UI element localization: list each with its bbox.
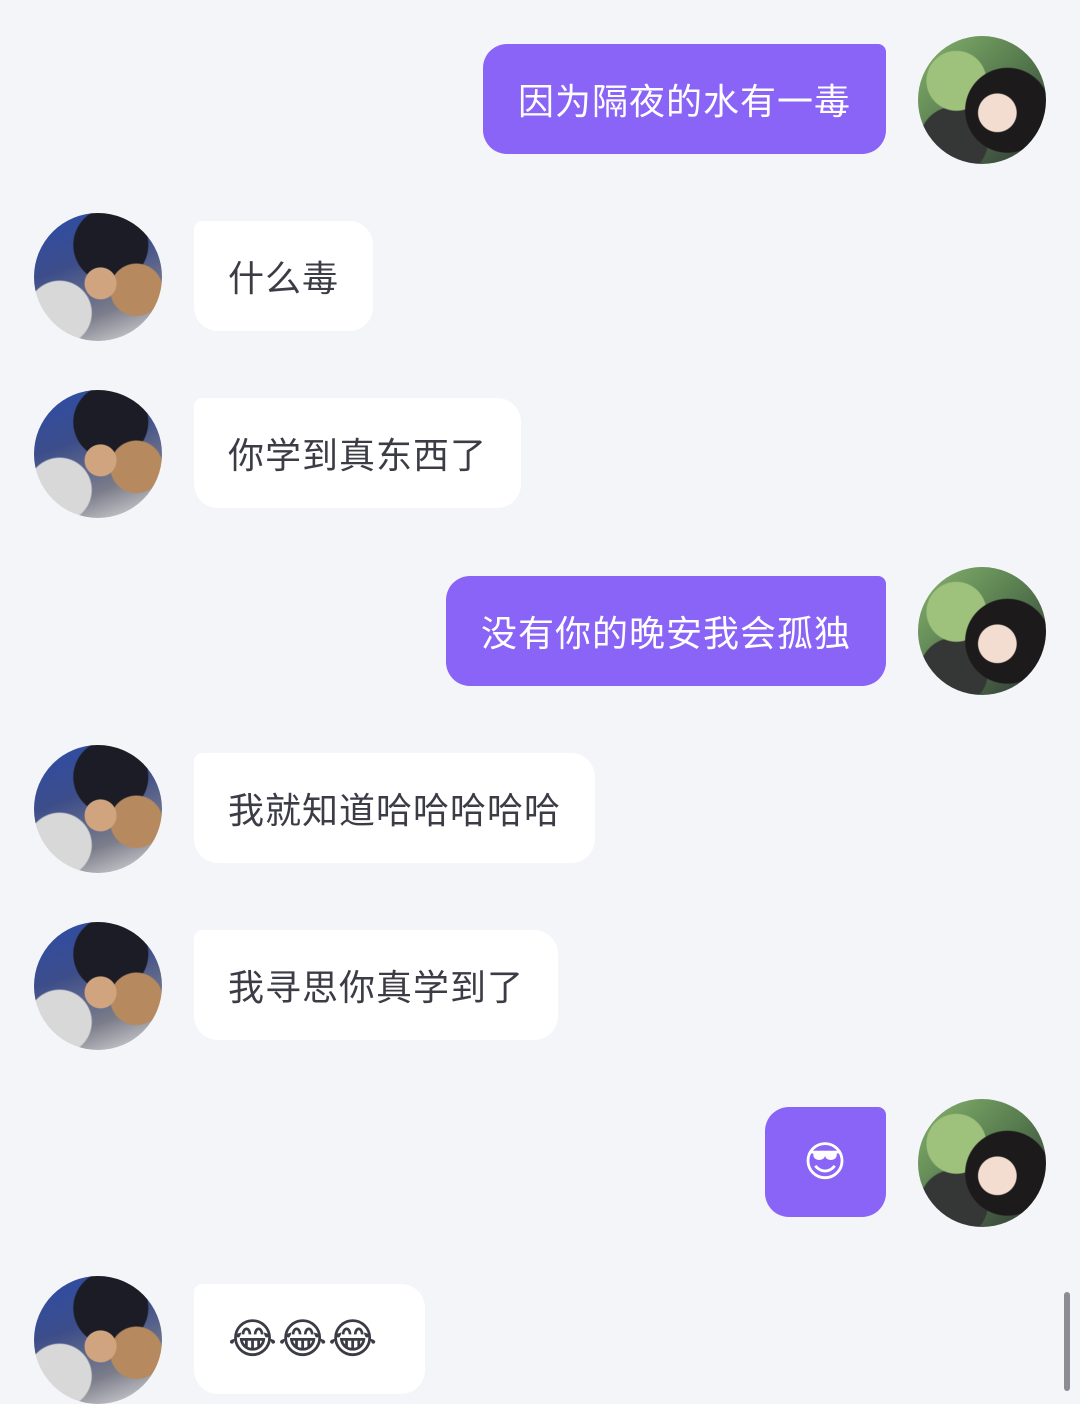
message-text: 什么毒	[228, 259, 340, 300]
incoming-message-bubble[interactable]: 我寻思你真学到了	[194, 930, 559, 1040]
contact-avatar[interactable]	[34, 213, 162, 341]
message-text: 你学到真东西了	[228, 436, 488, 477]
message-text: 没有你的晚安我会孤独	[480, 614, 851, 655]
incoming-message-bubble[interactable]: 什么毒	[194, 221, 374, 331]
user-avatar[interactable]	[918, 567, 1046, 695]
contact-avatar[interactable]	[34, 390, 162, 518]
message-text: 我就知道哈哈哈哈哈	[228, 791, 562, 832]
user-avatar[interactable]	[918, 36, 1046, 164]
chat-message-list[interactable]: 因为隔夜的水有一毒 什么毒 你学到真东西了 没有你的晚安我会孤独 我就知道哈哈哈…	[0, 0, 1080, 1404]
incoming-message-bubble[interactable]: 😂😂😂	[194, 1284, 425, 1394]
message-text: 因为隔夜的水有一毒	[517, 82, 851, 123]
incoming-message-bubble[interactable]: 我就知道哈哈哈哈哈	[194, 753, 596, 863]
contact-avatar[interactable]	[34, 745, 162, 873]
message-text: 我寻思你真学到了	[228, 968, 525, 1009]
contact-avatar[interactable]	[34, 1276, 162, 1404]
contact-avatar[interactable]	[34, 922, 162, 1050]
outgoing-message-bubble[interactable]: 因为隔夜的水有一毒	[482, 44, 886, 154]
sunglasses-emoji: 😎	[803, 1137, 848, 1186]
scrollbar[interactable]	[1064, 1292, 1070, 1391]
user-avatar[interactable]	[918, 1099, 1046, 1227]
outgoing-message-bubble[interactable]: 没有你的晚安我会孤独	[445, 576, 886, 686]
laughing-emoji-group: 😂😂😂	[228, 1314, 379, 1363]
outgoing-message-bubble[interactable]: 😎	[765, 1107, 886, 1217]
incoming-message-bubble[interactable]: 你学到真东西了	[194, 398, 522, 508]
